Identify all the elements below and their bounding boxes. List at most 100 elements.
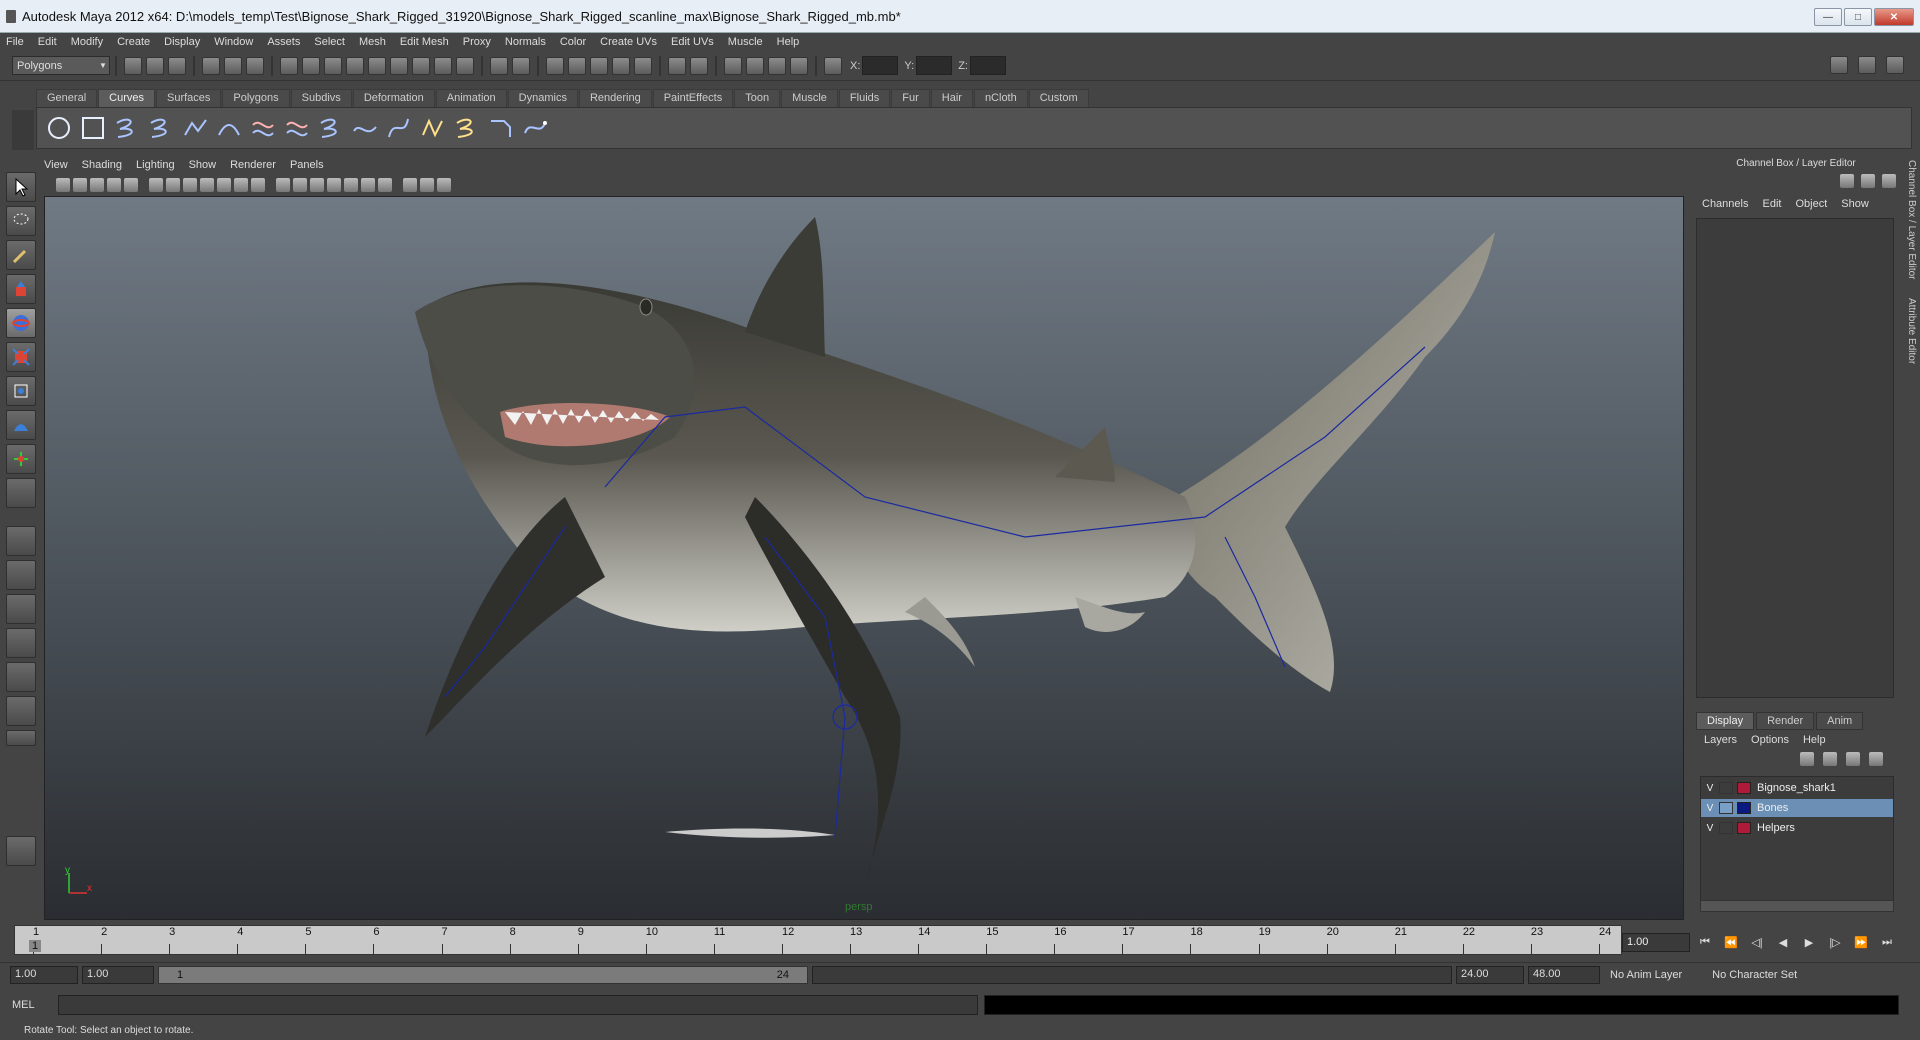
- step-back-key-icon[interactable]: ⏪: [1722, 934, 1740, 950]
- ep-curve-tool-icon[interactable]: [147, 114, 175, 142]
- menu-mesh[interactable]: Mesh: [359, 36, 386, 48]
- input-output-icon[interactable]: [690, 56, 708, 75]
- textured-icon[interactable]: [200, 178, 214, 192]
- character-set-dropdown[interactable]: No Character Set: [1712, 969, 1797, 981]
- shelf-tab-muscle[interactable]: Muscle: [781, 89, 838, 107]
- resolution-gate-icon[interactable]: [403, 178, 417, 192]
- mask-deformations-icon[interactable]: [368, 56, 386, 75]
- layout-more-icon[interactable]: [6, 730, 36, 746]
- snap-point-icon[interactable]: [590, 56, 608, 75]
- highlight-icon[interactable]: [512, 56, 530, 75]
- gate-mask-icon[interactable]: [420, 178, 434, 192]
- depth-of-field-icon[interactable]: [378, 178, 392, 192]
- layer-tab-display[interactable]: Display: [1696, 712, 1755, 730]
- mask-dynamics-icon[interactable]: [390, 56, 408, 75]
- shelf-tab-surfaces[interactable]: Surfaces: [155, 89, 222, 107]
- arc-tool-icon[interactable]: [215, 114, 243, 142]
- lasso-tool-icon[interactable]: [6, 206, 36, 236]
- cv-curve-tool-icon[interactable]: [113, 114, 141, 142]
- shelf-tab-rendering[interactable]: Rendering: [578, 89, 652, 107]
- soft-modification-tool-icon[interactable]: [6, 410, 36, 440]
- detach-curves-icon[interactable]: [283, 114, 311, 142]
- side-tab-channel-box[interactable]: Channel Box / Layer Editor: [1906, 160, 1917, 280]
- select-object-icon[interactable]: [224, 56, 242, 75]
- extend-curve-icon[interactable]: [351, 114, 379, 142]
- x-field[interactable]: [862, 56, 899, 75]
- add-points-tool-icon[interactable]: [521, 114, 549, 142]
- maximize-button[interactable]: □: [1844, 8, 1872, 26]
- command-language-label[interactable]: MEL: [12, 999, 58, 1011]
- isolate-select-icon[interactable]: [276, 178, 290, 192]
- y-field[interactable]: [916, 56, 953, 75]
- command-input[interactable]: [58, 995, 978, 1015]
- shelf-tab-ncloth[interactable]: nCloth: [973, 89, 1028, 107]
- bookmark-icon[interactable]: [73, 178, 87, 192]
- shelf-tab-hair[interactable]: Hair: [930, 89, 973, 107]
- high-quality-icon[interactable]: [344, 178, 358, 192]
- shelf-tab-curves[interactable]: Curves: [98, 89, 155, 107]
- menu-set-dropdown[interactable]: Polygons ▼: [12, 56, 110, 75]
- nurbs-square-icon[interactable]: [79, 114, 107, 142]
- shelf-tab-fluids[interactable]: Fluids: [838, 89, 891, 107]
- menu-color[interactable]: Color: [560, 36, 586, 48]
- channel-box-area[interactable]: [1696, 218, 1894, 698]
- layer-row-bones[interactable]: V Bones: [1701, 799, 1893, 817]
- attach-curves-icon[interactable]: [249, 114, 277, 142]
- playback-end-field[interactable]: 24.00: [1456, 965, 1524, 984]
- menu-edit-uvs[interactable]: Edit UVs: [671, 36, 714, 48]
- camera-attributes-icon[interactable]: [56, 178, 70, 192]
- attribute-editor-toggle-icon[interactable]: [1830, 56, 1848, 74]
- nurbs-circle-icon[interactable]: [45, 114, 73, 142]
- layer-row-bignose-shark1[interactable]: V Bignose_shark1: [1701, 779, 1893, 797]
- mask-joints-icon[interactable]: [302, 56, 320, 75]
- current-frame-field[interactable]: 1.00: [1622, 933, 1690, 952]
- layer-visibility-toggle[interactable]: V: [1701, 783, 1719, 794]
- step-forward-frame-icon[interactable]: |▷: [1826, 934, 1844, 950]
- layout-single-pane-icon[interactable]: [6, 526, 36, 556]
- menu-modify[interactable]: Modify: [71, 36, 103, 48]
- wireframe-icon[interactable]: [149, 178, 163, 192]
- move-tool-icon[interactable]: [6, 274, 36, 304]
- insert-knot-icon[interactable]: [317, 114, 345, 142]
- go-to-end-icon[interactable]: ⏭: [1878, 934, 1896, 950]
- transform-mode-icon[interactable]: [824, 56, 842, 75]
- make-live-icon[interactable]: [634, 56, 652, 75]
- render-settings-icon[interactable]: [790, 56, 808, 75]
- help-icon[interactable]: [456, 56, 474, 75]
- rebuild-curve-icon[interactable]: [453, 114, 481, 142]
- layer-type-toggle[interactable]: [1719, 782, 1733, 794]
- shadows-icon[interactable]: [234, 178, 248, 192]
- snap-curve-icon[interactable]: [568, 56, 586, 75]
- ipr-render-icon[interactable]: [768, 56, 786, 75]
- menu-window[interactable]: Window: [214, 36, 253, 48]
- xray-joints-icon[interactable]: [293, 178, 307, 192]
- menu-assets[interactable]: Assets: [267, 36, 300, 48]
- image-plane-icon[interactable]: [90, 178, 104, 192]
- offset-curve-icon[interactable]: [385, 114, 413, 142]
- rotate-tool-icon[interactable]: [6, 308, 36, 338]
- layer-menu-options[interactable]: Options: [1751, 734, 1789, 746]
- select-component-icon[interactable]: [246, 56, 264, 75]
- perspective-viewport[interactable]: y x persp: [44, 196, 1684, 920]
- range-slider[interactable]: 1 24: [158, 965, 808, 984]
- cb-menu-object[interactable]: Object: [1795, 198, 1827, 210]
- use-all-lights-icon[interactable]: [217, 178, 231, 192]
- layer-row-helpers[interactable]: V Helpers: [1701, 819, 1893, 837]
- layer-type-toggle[interactable]: [1719, 822, 1733, 834]
- shelf-tab-dynamics[interactable]: Dynamics: [507, 89, 578, 107]
- layer-tab-anim[interactable]: Anim: [1816, 712, 1864, 730]
- range-slider-track[interactable]: [812, 965, 1452, 984]
- layout-four-pane-icon[interactable]: [6, 560, 36, 590]
- new-scene-icon[interactable]: [124, 56, 142, 75]
- backface-culling-icon[interactable]: [310, 178, 324, 192]
- shelf-tab-animation[interactable]: Animation: [435, 89, 507, 107]
- panel-menu-view[interactable]: View: [44, 159, 68, 171]
- layer-color-swatch[interactable]: [1737, 822, 1751, 834]
- menu-create[interactable]: Create: [117, 36, 150, 48]
- show-manipulator-icon[interactable]: [6, 444, 36, 474]
- layer-type-toggle[interactable]: [1719, 802, 1733, 814]
- layout-uv-editor-icon[interactable]: [6, 696, 36, 726]
- layer-editor-toggle-icon[interactable]: [1861, 174, 1875, 188]
- cb-menu-show[interactable]: Show: [1841, 198, 1869, 210]
- new-empty-layer-icon[interactable]: [1846, 752, 1860, 766]
